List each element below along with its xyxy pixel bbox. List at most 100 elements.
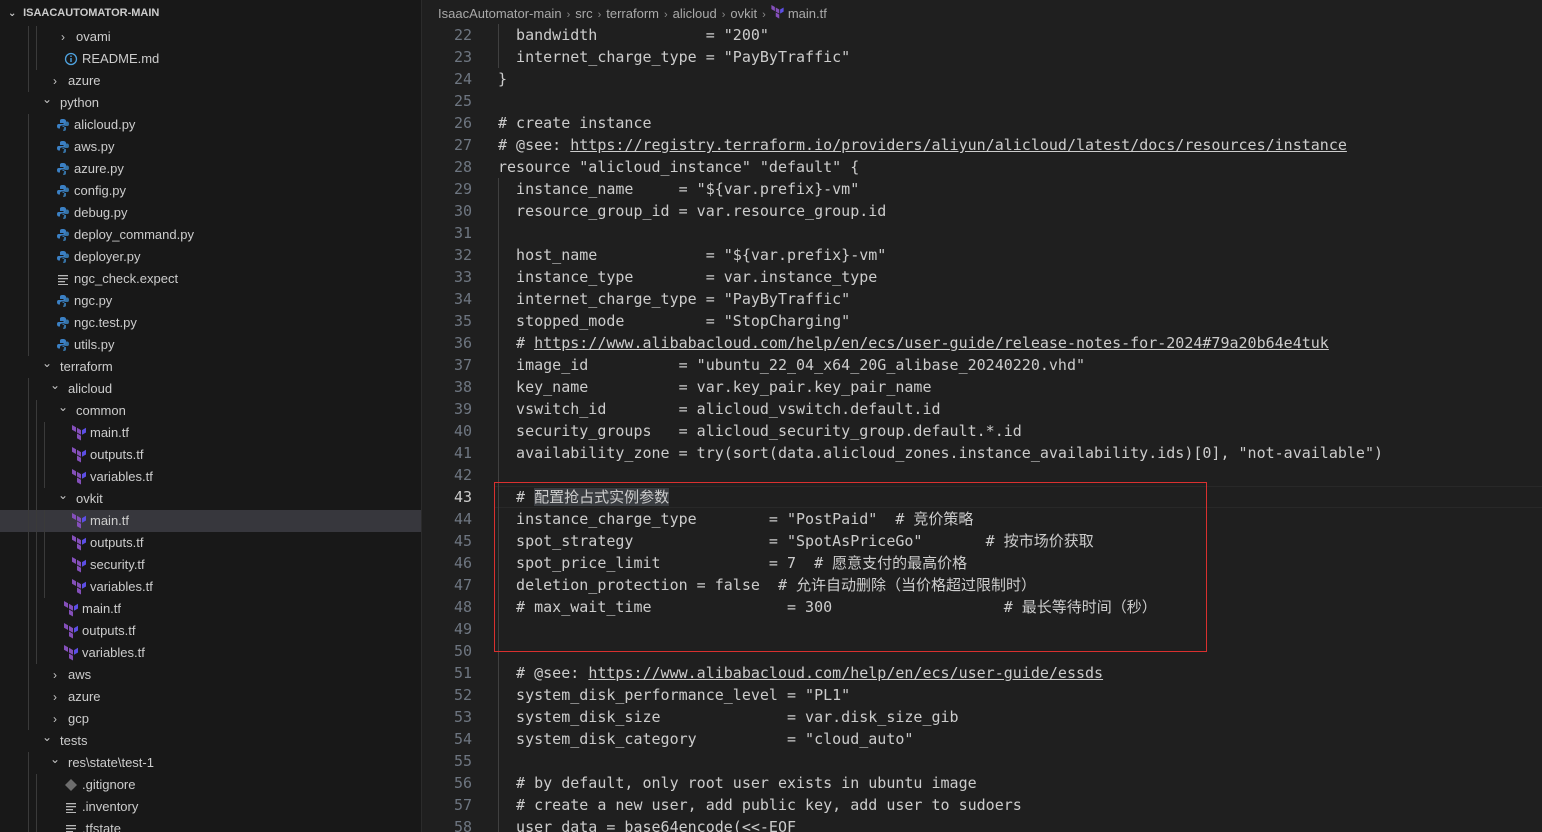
chevron-right-icon[interactable]: › [56,26,70,48]
tree-item-variables-tf[interactable]: variables.tf [0,642,421,664]
tree-item-azure[interactable]: › azure [0,70,421,92]
tree-item-deployer-py[interactable]: deployer.py [0,246,421,268]
tree-item-readme-md[interactable]: README.md [0,48,421,70]
info-file-icon [64,51,78,67]
breadcrumb-item[interactable]: IsaacAutomator-main [438,6,562,21]
code-line[interactable]: 22 bandwidth = "200" [422,24,1542,46]
tree-item-python[interactable]: ⌄ python [0,92,421,114]
code-line[interactable]: 25 [422,90,1542,112]
code-line[interactable]: 24} [422,68,1542,90]
code-line[interactable]: 26 # create instance [422,112,1542,134]
code-line[interactable]: 47 deletion_protection = false # 允许自动删除（… [422,574,1542,596]
code-line[interactable]: 58 user_data = base64encode(<<-EOF [422,816,1542,832]
code-line[interactable]: 28 resource "alicloud_instance" "default"… [422,156,1542,178]
tree-item-label: variables.tf [82,645,145,660]
tree-item-outputs-tf[interactable]: outputs.tf [0,620,421,642]
tree-item-ovkit[interactable]: ⌄ ovkit [0,488,421,510]
tree-item-security-tf[interactable]: security.tf [0,554,421,576]
code-line[interactable]: 42 [422,464,1542,486]
tree-item-ngc-check-expect[interactable]: ngc_check.expect [0,268,421,290]
breadcrumb-item[interactable]: ovkit [730,6,757,21]
code-line[interactable]: 33 instance_type = var.instance_type [422,266,1542,288]
code-line[interactable]: 51 # @see: https://www.alibabacloud.com/… [422,662,1542,684]
code-line[interactable]: 56 # by default, only root user exists i… [422,772,1542,794]
code-line[interactable]: 48 # max_wait_time = 300 # 最长等待时间（秒） [422,596,1542,618]
code-line[interactable]: 39 vswitch_id = alicloud_vswitch.default… [422,398,1542,420]
code-line[interactable]: 31 [422,222,1542,244]
code-line[interactable]: 35 stopped_mode = "StopCharging" [422,310,1542,332]
tree-item-tfstate[interactable]: .tfstate [0,818,421,832]
code-link[interactable]: https://registry.terraform.io/providers/… [570,136,1347,154]
code-line[interactable]: 50 [422,640,1542,662]
tree-item-tests[interactable]: ⌄ tests [0,730,421,752]
explorer-root-header[interactable]: ⌄ ISAACAUTOMATOR-MAIN [0,0,421,26]
code-line[interactable]: 46 spot_price_limit = 7 # 愿意支付的最高价格 [422,552,1542,574]
indent-guide [28,554,29,576]
tree-item-res-state-test-1[interactable]: ⌄ res\state\test-1 [0,752,421,774]
tree-item-aws-py[interactable]: aws.py [0,136,421,158]
tree-item-alicloud-py[interactable]: alicloud.py [0,114,421,136]
tree-item-ovami[interactable]: › ovami [0,26,421,48]
code-line[interactable]: 32 host_name = "${var.prefix}-vm" [422,244,1542,266]
code-line[interactable]: 55 [422,750,1542,772]
chevron-down-icon[interactable]: ⌄ [40,352,54,374]
code-line[interactable]: 49 [422,618,1542,640]
tree-item-config-py[interactable]: config.py [0,180,421,202]
breadcrumb-item[interactable]: main.tf [771,4,827,21]
code-line[interactable]: 36 # https://www.alibabacloud.com/help/e… [422,332,1542,354]
code-editor[interactable]: IsaacAutomator-main › src › terraform › aliclo… [422,0,1542,832]
code-line[interactable]: 44 instance_charge_type = "PostPaid" # 竞… [422,508,1542,530]
code-line[interactable]: 37 image_id = "ubuntu_22_04_x64_20G_alib… [422,354,1542,376]
chevron-down-icon[interactable]: ⌄ [56,396,70,418]
tree-item-aws[interactable]: › aws [0,664,421,686]
tree-item-azure-py[interactable]: azure.py [0,158,421,180]
code-line[interactable]: 41 availability_zone = try(sort(data.ali… [422,442,1542,464]
tree-item-main-tf[interactable]: main.tf [0,598,421,620]
code-line[interactable]: 52 system_disk_performance_level = "PL1" [422,684,1542,706]
tree-item-azure[interactable]: › azure [0,686,421,708]
tree-item-gitignore[interactable]: .gitignore [0,774,421,796]
line-number: 45 [453,532,472,550]
tree-item-ngc-test-py[interactable]: ngc.test.py [0,312,421,334]
chevron-down-icon[interactable]: ⌄ [48,748,62,770]
code-line[interactable]: 34 internet_charge_type = "PayByTraffic" [422,288,1542,310]
tree-item-deploy-command-py[interactable]: deploy_command.py [0,224,421,246]
tree-item-label: utils.py [74,337,115,352]
chevron-right-icon[interactable]: › [48,686,62,708]
code-line[interactable]: 40 security_groups = alicloud_security_g… [422,420,1542,442]
chevron-down-icon[interactable]: ⌄ [48,374,62,396]
code-line[interactable]: 45 spot_strategy = "SpotAsPriceGo" # 按市场… [422,530,1542,552]
code-line[interactable]: 54 system_disk_category = "cloud_auto" [422,728,1542,750]
tree-item-terraform[interactable]: ⌄ terraform [0,356,421,378]
code-link[interactable]: https://www.alibabacloud.com/help/en/ecs… [534,334,1329,352]
code-line[interactable]: 53 system_disk_size = var.disk_size_gib [422,706,1542,728]
breadcrumb-item[interactable]: alicloud [673,6,717,21]
code-line[interactable]: 27 # @see: https://registry.terraform.io/… [422,134,1542,156]
tree-item-gcp[interactable]: › gcp [0,708,421,730]
tree-item-variables-tf[interactable]: variables.tf [0,576,421,598]
code-area[interactable]: 22 bandwidth = "200" 23 internet_charge_t… [422,24,1542,832]
code-line[interactable]: 23 internet_charge_type = "PayByTraffic" [422,46,1542,68]
tree-item-outputs-tf[interactable]: outputs.tf [0,532,421,554]
chevron-down-icon[interactable]: ⌄ [40,88,54,110]
code-segment: internet_charge_type = "PayByTraffic" [498,290,851,308]
tree-item-main-tf[interactable]: main.tf [0,422,421,444]
code-line[interactable]: 38 key_name = var.key_pair.key_pair_name [422,376,1542,398]
chevron-down-icon[interactable]: ⌄ [40,726,54,748]
chevron-down-icon[interactable]: ⌄ [56,484,70,506]
tree-item-main-tf[interactable]: main.tf [0,510,421,532]
code-line[interactable]: 57 # create a new user, add public key, … [422,794,1542,816]
code-line[interactable]: 29 instance_name = "${var.prefix}-vm" [422,178,1542,200]
chevron-right-icon[interactable]: › [48,664,62,686]
code-link[interactable]: https://www.alibabacloud.com/help/en/ecs… [588,664,1103,682]
code-line[interactable]: 43 # 配置抢占式实例参数 [422,486,1542,508]
tree-item-inventory[interactable]: .inventory [0,796,421,818]
tree-item-common[interactable]: ⌄ common [0,400,421,422]
tree-item-debug-py[interactable]: debug.py [0,202,421,224]
breadcrumb-item[interactable]: terraform [606,6,659,21]
tree-item-utils-py[interactable]: utils.py [0,334,421,356]
code-line[interactable]: 30 resource_group_id = var.resource_grou… [422,200,1542,222]
breadcrumb-item[interactable]: src [575,6,592,21]
tree-item-ngc-py[interactable]: ngc.py [0,290,421,312]
tree-item-outputs-tf[interactable]: outputs.tf [0,444,421,466]
